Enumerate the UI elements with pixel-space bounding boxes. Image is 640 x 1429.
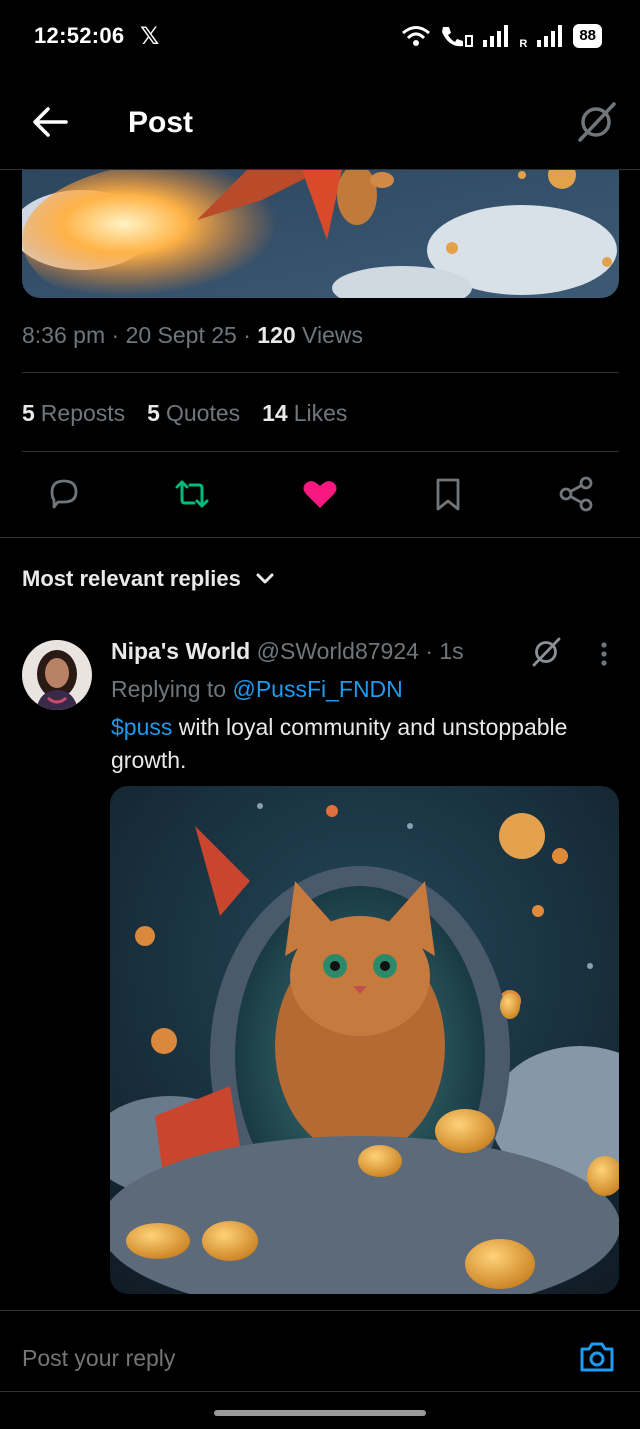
cashtag-link[interactable]: $puss bbox=[111, 714, 172, 740]
replying-to: Replying to @PussFi_FNDN bbox=[111, 676, 403, 703]
status-bar: 12:52:06 𝕏 R 88 bbox=[0, 0, 640, 72]
likes-stat[interactable]: 14 Likes bbox=[262, 400, 347, 427]
reply-sort-dropdown[interactable]: Most relevant replies bbox=[22, 566, 275, 592]
signal-icon-1 bbox=[483, 25, 509, 47]
grok-icon[interactable] bbox=[574, 100, 618, 144]
page-title: Post bbox=[128, 106, 194, 139]
sort-label: Most relevant replies bbox=[22, 566, 241, 591]
post-stats: 5 Reposts 5 Quotes 14 Likes bbox=[22, 400, 347, 427]
divider bbox=[0, 537, 640, 538]
wifi-calling-icon bbox=[442, 27, 474, 47]
like-icon[interactable] bbox=[300, 474, 340, 514]
views-label: Views bbox=[302, 322, 363, 348]
avatar[interactable] bbox=[22, 640, 92, 710]
reply-icon[interactable] bbox=[44, 474, 84, 514]
divider bbox=[22, 451, 619, 452]
more-options-icon[interactable] bbox=[592, 640, 616, 668]
signal-icon-2 bbox=[537, 25, 563, 47]
status-icons: R 88 bbox=[401, 22, 602, 50]
back-arrow-icon[interactable] bbox=[28, 102, 72, 142]
divider bbox=[22, 372, 619, 373]
reply-body: with loyal community and unstoppable gro… bbox=[111, 714, 568, 773]
camera-icon[interactable] bbox=[578, 1339, 616, 1375]
post-time: 8:36 pm bbox=[22, 322, 106, 348]
share-icon[interactable] bbox=[556, 474, 596, 514]
reply-author-name[interactable]: Nipa's World bbox=[111, 638, 250, 664]
top-app-bar: Post bbox=[0, 72, 640, 170]
battery-icon: 88 bbox=[573, 24, 602, 48]
reposts-stat[interactable]: 5 Reposts bbox=[22, 400, 125, 427]
reply-text: $puss with loyal community and unstoppab… bbox=[111, 711, 621, 777]
post-image[interactable] bbox=[22, 170, 619, 298]
wifi-icon bbox=[402, 26, 431, 46]
views-count: 120 bbox=[257, 322, 296, 348]
repost-icon[interactable] bbox=[172, 474, 212, 514]
reply-input[interactable] bbox=[22, 1345, 522, 1372]
rocket-cat-illustration bbox=[22, 170, 619, 298]
reply-image[interactable] bbox=[110, 786, 619, 1294]
reply-header: Nipa's World @SWorld87924 · 1s bbox=[111, 638, 464, 664]
reply-composer bbox=[0, 1310, 640, 1392]
grok-icon[interactable] bbox=[530, 636, 562, 668]
post-date: 20 Sept 25 bbox=[125, 322, 237, 348]
avatar-photo bbox=[22, 640, 92, 710]
post-meta: 8:36 pm · 20 Sept 25 · 120 Views bbox=[22, 322, 363, 348]
home-indicator[interactable] bbox=[214, 1410, 426, 1416]
reply-author-handle[interactable]: @SWorld87924 bbox=[257, 638, 419, 664]
reply-timestamp: 1s bbox=[439, 638, 464, 664]
replying-prefix: Replying to bbox=[111, 676, 227, 702]
cat-in-rocket-illustration bbox=[110, 786, 619, 1294]
roaming-label: R bbox=[519, 38, 528, 50]
status-time: 12:52:06 bbox=[34, 23, 125, 48]
bookmark-icon[interactable] bbox=[428, 474, 468, 514]
x-logo-icon: 𝕏 bbox=[140, 23, 160, 50]
quotes-stat[interactable]: 5 Quotes bbox=[147, 400, 240, 427]
post-actions bbox=[0, 470, 640, 520]
replying-to-link[interactable]: @PussFi_FNDN bbox=[232, 676, 402, 702]
chevron-down-icon bbox=[256, 573, 274, 584]
